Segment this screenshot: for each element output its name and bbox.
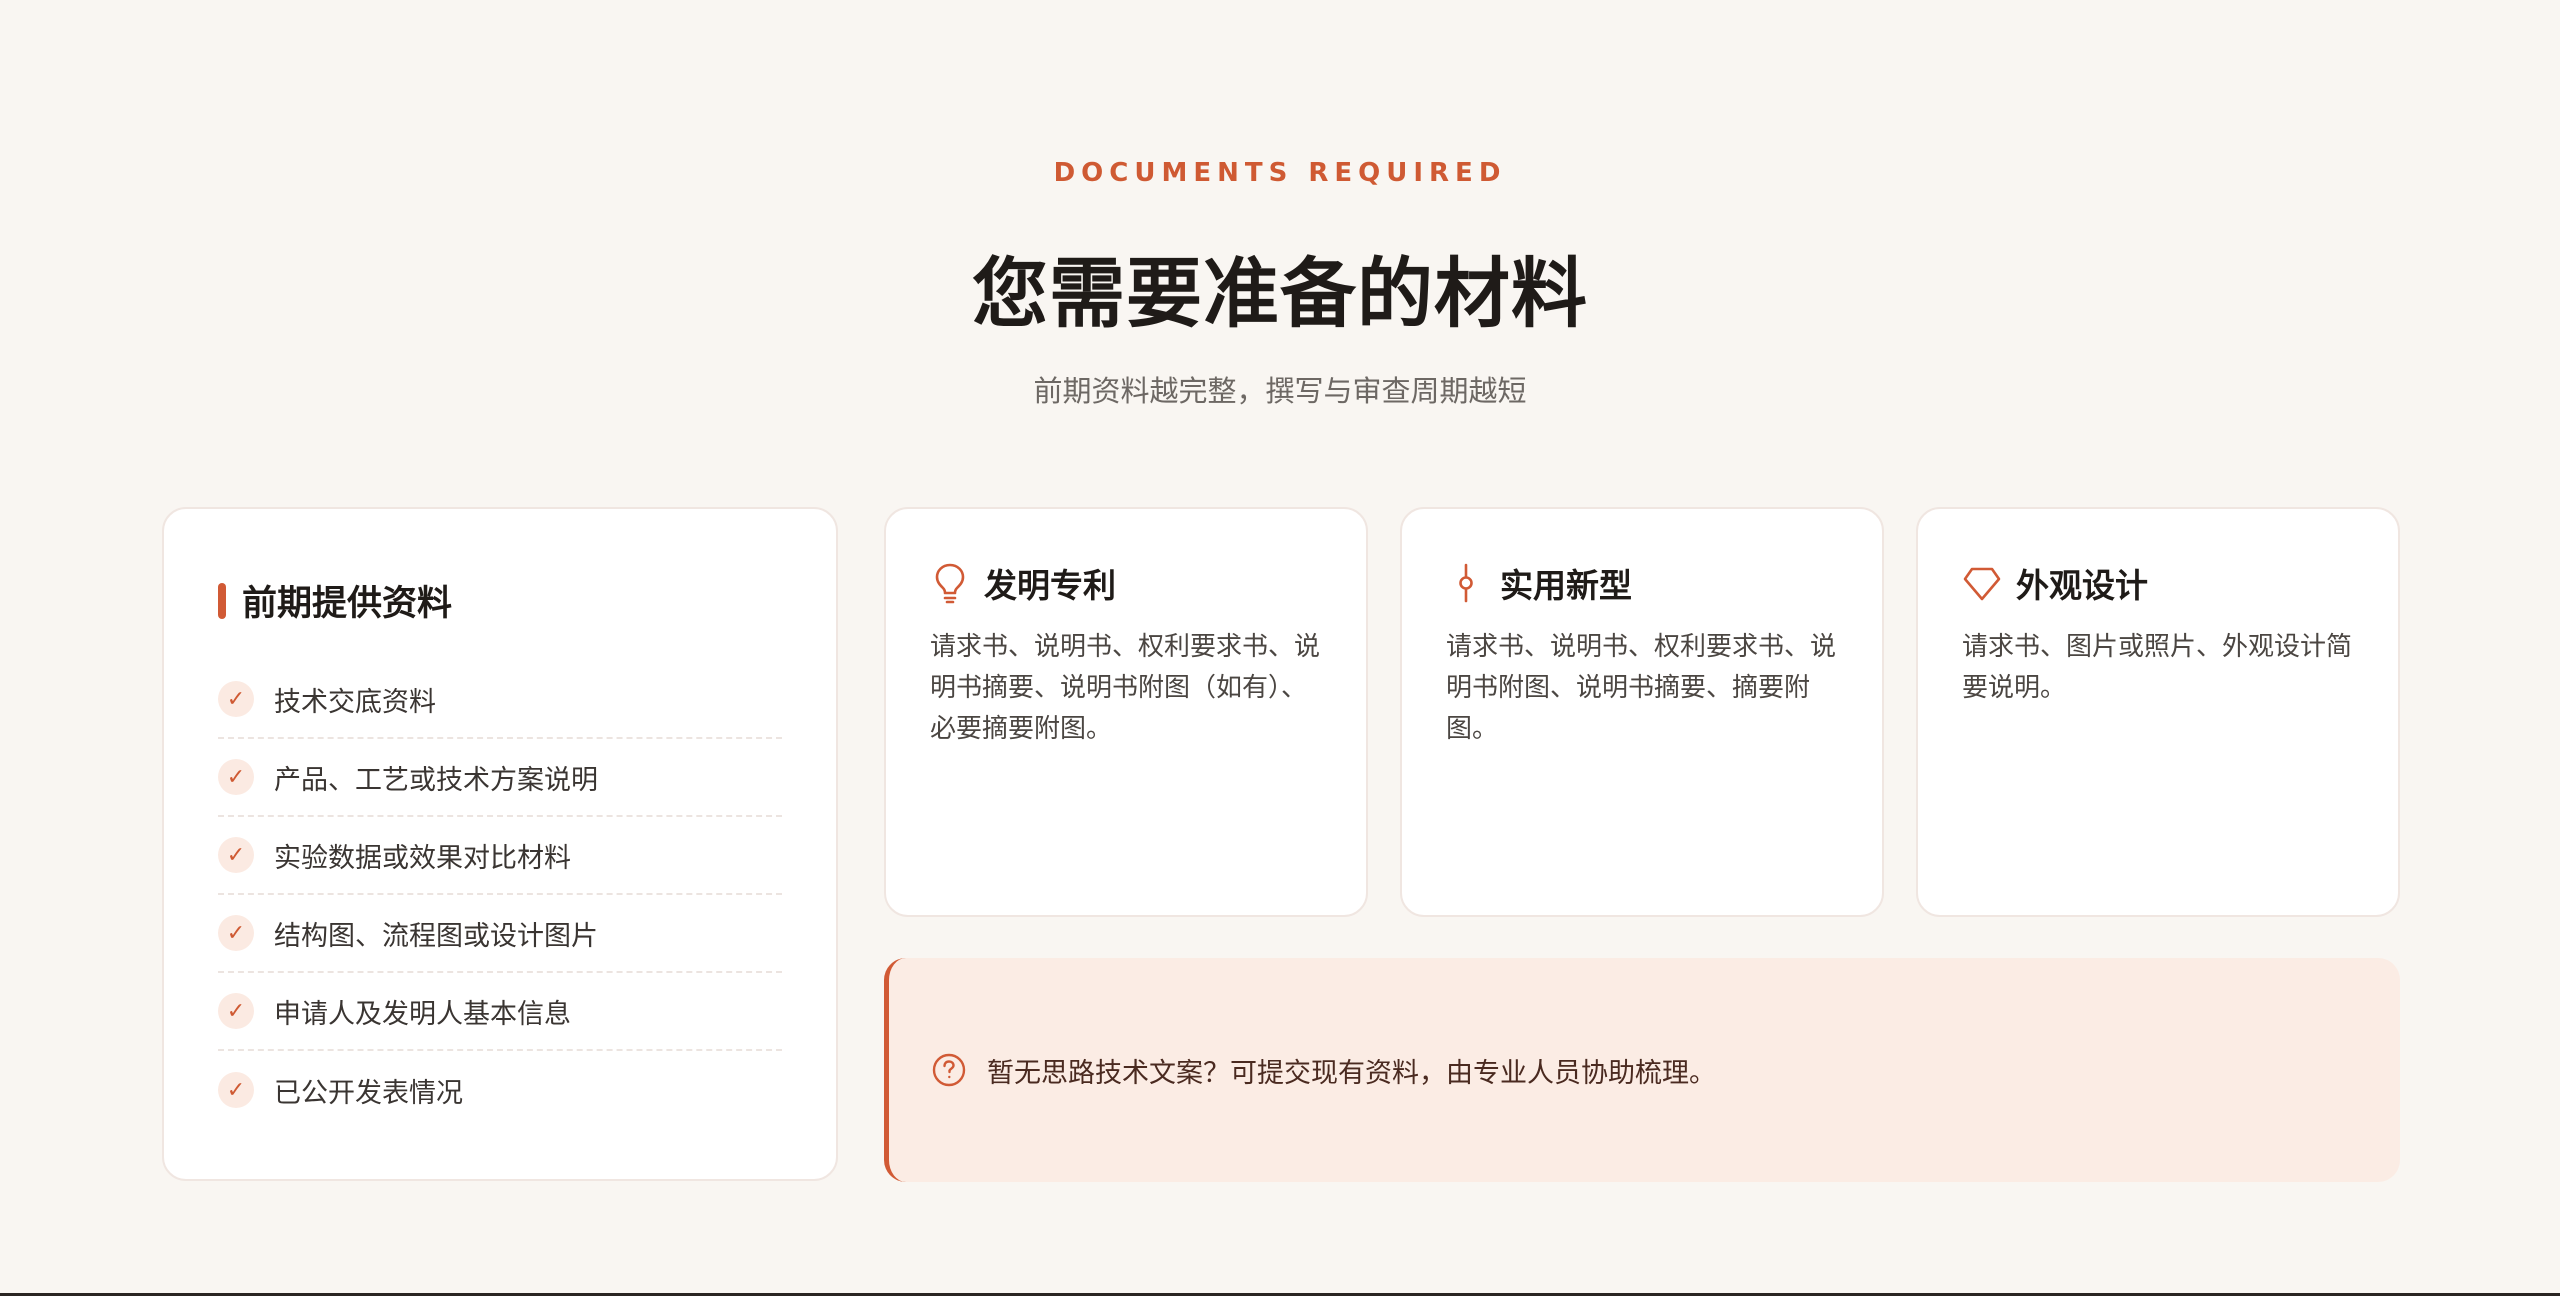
list-item: ✓ 技术交底资料	[218, 661, 782, 739]
check-icon: ✓	[218, 681, 254, 717]
documents-required-section: DOCUMENTS REQUIRED 您需要准备的材料 前期资料越完整，撰写与审…	[0, 0, 2560, 1296]
help-tip-text: 暂无思路技术文案？可提交现有资料，由专业人员协助梳理。	[987, 1057, 1716, 1089]
prep-materials-list: ✓ 技术交底资料 ✓ 产品、工艺或技术方案说明 ✓ 实验数据或效果对比材料 ✓ …	[218, 661, 782, 1129]
list-item-label: 结构图、流程图或设计图片	[274, 920, 598, 952]
card-title: 外观设计	[2016, 566, 2148, 605]
section-subtitle: 前期资料越完整，撰写与审查周期越短	[1033, 374, 1527, 408]
list-item: ✓ 结构图、流程图或设计图片	[218, 895, 782, 973]
list-item-label: 已公开发表情况	[274, 1077, 463, 1109]
list-item: ✓ 产品、工艺或技术方案说明	[218, 739, 782, 817]
section-title: 您需要准备的材料	[972, 249, 1588, 338]
card-description: 请求书、说明书、权利要求书、说明书摘要、说明书附图（如有）、必要摘要附图。	[930, 632, 1321, 744]
design-patent-card: 外观设计 请求书、图片或照片、外观设计简要说明。	[1916, 507, 2400, 917]
card-heading: 发明专利	[930, 559, 1116, 607]
check-icon: ✓	[218, 759, 254, 795]
diamond-icon	[1963, 567, 2001, 601]
card-title: 实用新型	[1500, 566, 1632, 605]
card-heading: 外观设计	[1962, 559, 2148, 607]
card-description: 请求书、图片或照片、外观设计简要说明。	[1962, 632, 2353, 703]
invention-patent-card: 发明专利 请求书、说明书、权利要求书、说明书摘要、说明书附图（如有）、必要摘要附…	[884, 507, 1368, 917]
list-item-label: 实验数据或效果对比材料	[274, 842, 571, 874]
card-description: 请求书、说明书、权利要求书、说明书附图、说明书摘要、摘要附图。	[1446, 632, 1837, 744]
check-icon: ✓	[218, 915, 254, 951]
prep-materials-card: 前期提供资料 ✓ 技术交底资料 ✓ 产品、工艺或技术方案说明 ✓ 实验数据或效果…	[162, 507, 838, 1181]
prep-materials-heading: 前期提供资料	[218, 575, 452, 626]
card-heading: 实用新型	[1446, 559, 1632, 607]
utility-model-card: 实用新型 请求书、说明书、权利要求书、说明书附图、说明书摘要、摘要附图。	[1400, 507, 1884, 917]
card-title: 发明专利	[984, 566, 1116, 605]
list-item: ✓ 已公开发表情况	[218, 1051, 782, 1129]
accent-bar	[218, 582, 226, 619]
list-item-label: 申请人及发明人基本信息	[274, 998, 571, 1030]
check-icon: ✓	[218, 1072, 254, 1108]
check-icon: ✓	[218, 837, 254, 873]
check-icon: ✓	[218, 993, 254, 1029]
help-tip-banner: 暂无思路技术文案？可提交现有资料，由专业人员协助梳理。	[884, 958, 2400, 1182]
lightbulb-icon	[935, 563, 965, 604]
section-eyebrow: DOCUMENTS REQUIRED	[1053, 158, 1507, 188]
list-item-label: 产品、工艺或技术方案说明	[274, 764, 598, 796]
prep-materials-title: 前期提供资料	[242, 584, 453, 624]
question-circle-icon	[932, 1053, 966, 1087]
list-item: ✓ 实验数据或效果对比材料	[218, 817, 782, 895]
list-item: ✓ 申请人及发明人基本信息	[218, 973, 782, 1051]
list-item-label: 技术交底资料	[274, 686, 436, 718]
commit-node-icon	[1459, 563, 1473, 603]
